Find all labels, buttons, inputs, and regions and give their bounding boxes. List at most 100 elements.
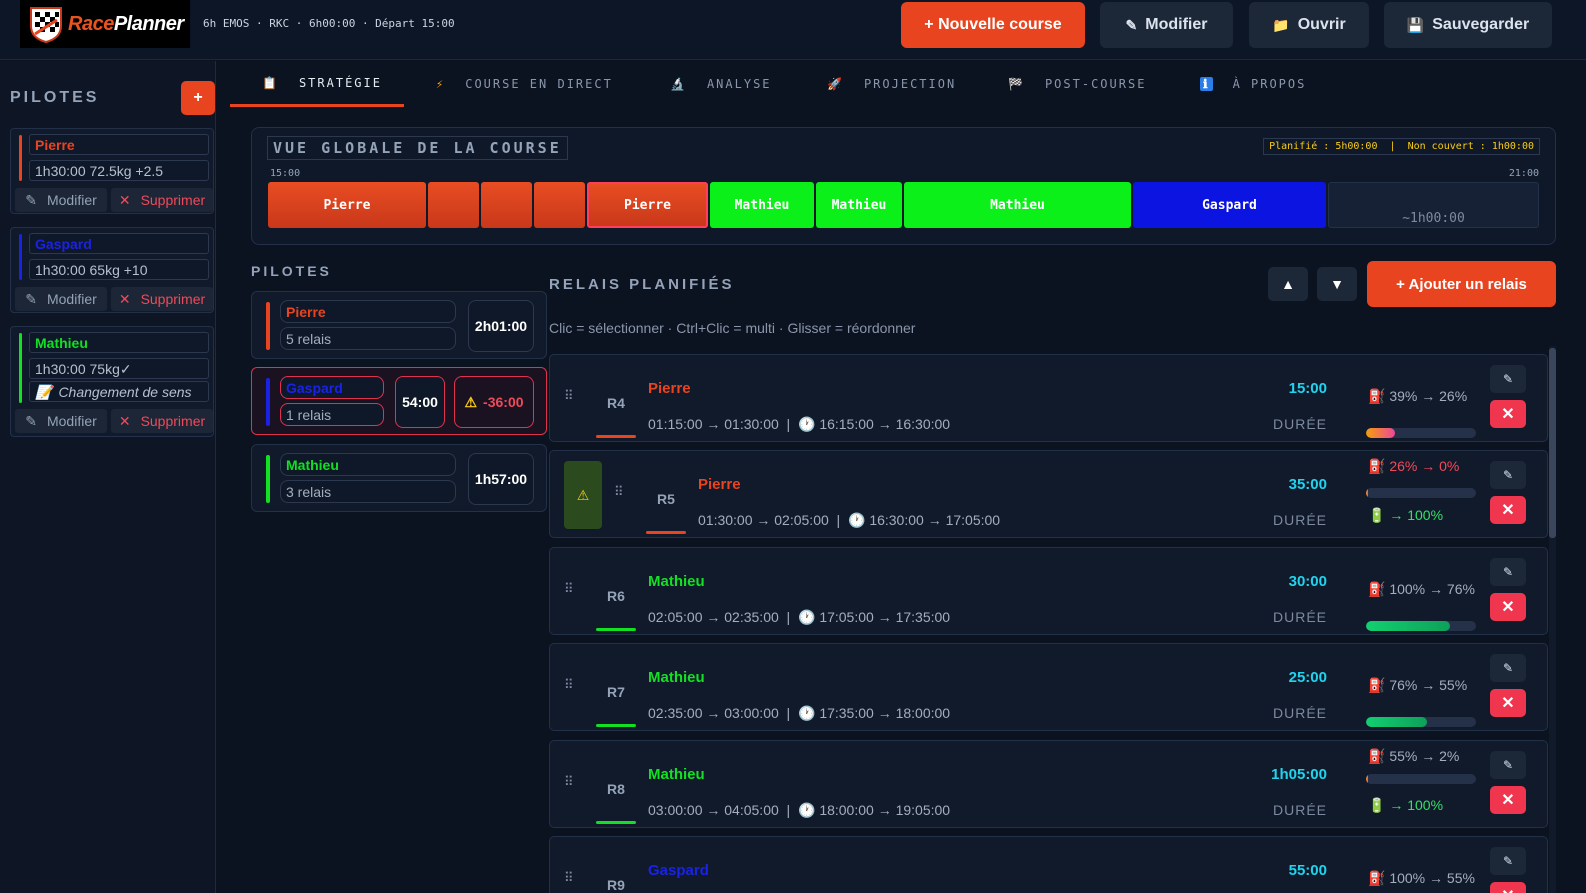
timeline-segment-selected[interactable]: Pierre — [587, 182, 708, 228]
pilot-name: Gaspard — [280, 376, 384, 399]
lightning-icon: ⚡ — [436, 77, 446, 91]
relay-count: 3 relais — [280, 480, 456, 503]
timeline-segment[interactable] — [481, 182, 532, 228]
relay-times: 01:15:00 → 01:30:00 | 🕐 16:15:00 → 16:30… — [648, 416, 951, 432]
relay-card-r9[interactable]: ⠿R9Gaspard55:00DURÉE⛽ 100% → 55%✎✕ — [549, 836, 1548, 893]
new-race-label: + Nouvelle course — [924, 16, 1062, 33]
relay-clock-times: 16:15:00 → 16:30:00 — [819, 416, 951, 432]
delete-relay-button[interactable]: ✕ — [1490, 689, 1526, 717]
close-icon: ✕ — [1501, 792, 1515, 809]
edit-relay-button[interactable]: ✎ — [1490, 847, 1526, 875]
add-pilot-button[interactable]: + — [181, 81, 215, 115]
pilot-stat-gaspard[interactable]: Gaspard 1 relais 54:00 ⚠ -36:00 — [251, 367, 547, 435]
pencil-icon: ✎ — [1502, 372, 1514, 386]
fuel-range: ⛽ 55% → 2% — [1368, 748, 1459, 765]
delete-relay-button[interactable]: ✕ — [1490, 593, 1526, 621]
timeline-segment[interactable]: Gaspard — [1133, 182, 1326, 228]
pilot-card-gaspard[interactable]: Gaspard 1h30:00 65kg +10 ✎ Modifier ✕ Supp… — [10, 227, 214, 313]
relay-pilot-name: Mathieu — [648, 766, 705, 783]
delete-pilot-button[interactable]: ✕ Supprimer — [111, 287, 213, 311]
tab-label: ANALYSE — [706, 77, 772, 91]
delete-pilot-label: Supprimer — [140, 413, 206, 429]
save-button[interactable]: 💾 Sauvegarder — [1384, 2, 1552, 48]
relay-card-r5[interactable]: ⚠ ⠿ R5 Pierre 01:30:00 → 02:05:00 | 🕐 16:30:… — [549, 450, 1548, 538]
delete-pilot-button[interactable]: ✕ Supprimer — [111, 409, 213, 433]
relay-clock-times: 17:35:00 → 18:00:00 — [819, 705, 951, 721]
delete-relay-button[interactable]: ✕ — [1490, 496, 1526, 524]
relay-clock-times: 18:00:00 → 19:05:00 — [819, 802, 951, 818]
pilot-name[interactable]: Mathieu — [29, 332, 209, 353]
timeline-segment[interactable]: Mathieu — [816, 182, 902, 228]
timeline-segment[interactable]: Mathieu — [710, 182, 814, 228]
drag-handle-icon[interactable]: ⠿ — [564, 774, 574, 790]
relay-card-r6[interactable]: ⠿ R6 Mathieu 02:05:00 → 02:35:00 | 🕐 17:05:… — [549, 547, 1548, 635]
edit-pilot-button[interactable]: ✎ Modifier — [15, 188, 107, 212]
drag-handle-icon[interactable]: ⠿ — [564, 388, 574, 404]
app-logo: Race Planner — [20, 0, 190, 48]
tab-projection[interactable]: 🚀 PROJECTION — [827, 61, 956, 107]
drag-handle-icon[interactable]: ⠿ — [614, 484, 624, 500]
edit-relay-button[interactable]: ✎ — [1490, 365, 1526, 393]
tab-a-propos[interactable]: ℹ À PROPOS — [1200, 61, 1306, 107]
edit-relay-button[interactable]: ✎ — [1490, 461, 1526, 489]
pilot-card-mathieu[interactable]: Mathieu 1h30:00 75kg✓ 📝 Changement de sen… — [10, 326, 214, 437]
close-icon: ✕ — [118, 290, 131, 307]
edit-pilot-button[interactable]: ✎ Modifier — [15, 409, 107, 433]
pilot-color-bar — [19, 135, 22, 181]
relay-pilot-underline — [596, 821, 636, 824]
relay-race-times: 01:30:00 → 02:05:00 — [698, 512, 829, 528]
drag-handle-icon[interactable]: ⠿ — [564, 677, 574, 693]
pilot-name[interactable]: Gaspard — [29, 233, 209, 254]
tab-course-en-direct[interactable]: ⚡ COURSE EN DIRECT — [436, 61, 613, 107]
pilot-info[interactable]: 1h30:00 75kg✓ — [29, 358, 209, 379]
pilot-stat-pierre[interactable]: Pierre 5 relais 2h01:00 — [251, 291, 547, 359]
timeline-segment[interactable] — [428, 182, 479, 228]
save-label: Sauvegarder — [1432, 16, 1530, 33]
fuel-gauge-fill — [1366, 774, 1369, 784]
scrollbar-thumb[interactable] — [1549, 348, 1556, 538]
timeline-segment[interactable] — [534, 182, 585, 228]
edit-relay-button[interactable]: ✎ — [1490, 558, 1526, 586]
drag-handle-icon[interactable]: ⠿ — [564, 581, 574, 597]
edit-relay-button[interactable]: ✎ — [1490, 654, 1526, 682]
info-icon: ℹ — [1200, 77, 1213, 91]
relay-card-r4[interactable]: ⠿ R4 Pierre 01:15:00 → 01:30:00 | 🕐 16:15:0… — [549, 354, 1548, 442]
fuel-range: ⛽ 26% → 0% — [1368, 458, 1459, 475]
pilot-note[interactable]: 📝 Changement de sens — [29, 381, 209, 402]
relay-card-r8[interactable]: ⠿ R8 Mathieu 03:00:00 → 04:05:00 | 🕐 18:00:… — [549, 740, 1548, 828]
logo-text-race: Race — [68, 12, 114, 35]
pilot-stat-mathieu[interactable]: Mathieu 3 relais 1h57:00 — [251, 444, 547, 512]
edit-relay-button[interactable]: ✎ — [1490, 751, 1526, 779]
fuel-gauge — [1366, 621, 1476, 631]
pilot-info[interactable]: 1h30:00 72.5kg +2.5 — [29, 160, 209, 181]
pilot-name[interactable]: Pierre — [29, 134, 209, 155]
new-race-button[interactable]: + Nouvelle course — [901, 2, 1085, 48]
delete-relay-button[interactable]: ✕ — [1490, 786, 1526, 814]
move-up-button[interactable]: ▲ — [1268, 267, 1308, 301]
timeline-end: 21:00 — [1508, 168, 1539, 179]
fuel-gauge — [1366, 488, 1476, 498]
tab-strategie[interactable]: 📋 STRATÉGIE — [230, 61, 404, 107]
open-button[interactable]: 📁 Ouvrir — [1249, 2, 1369, 48]
relay-id: R7 — [607, 684, 625, 700]
delete-relay-button[interactable]: ✕ — [1490, 400, 1526, 428]
edit-pilot-button[interactable]: ✎ Modifier — [15, 287, 107, 311]
refuel-indicator: 🔋 → 100% — [1368, 797, 1443, 814]
add-relay-button[interactable]: + Ajouter un relais — [1367, 261, 1556, 307]
relay-card-r7[interactable]: ⠿ R7 Mathieu 02:35:00 → 03:00:00 | 🕐 17:35:… — [549, 643, 1548, 731]
tab-analyse[interactable]: 🔬 ANALYSE — [670, 61, 772, 107]
pilot-info[interactable]: 1h30:00 65kg +10 — [29, 259, 209, 280]
drag-handle-icon[interactable]: ⠿ — [564, 870, 574, 886]
relay-race-times: 02:35:00 → 03:00:00 — [648, 705, 779, 721]
timeline-segment[interactable]: Pierre — [268, 182, 426, 228]
delete-pilot-button[interactable]: ✕ Supprimer — [111, 188, 213, 212]
timeline-segment[interactable]: Mathieu — [904, 182, 1131, 228]
close-icon: ✕ — [1501, 502, 1515, 519]
pilot-card-pierre[interactable]: Pierre 1h30:00 72.5kg +2.5 ✎ Modifier ✕ Su… — [10, 128, 214, 214]
battery-icon: 🔋 — [1368, 797, 1386, 813]
tab-post-course[interactable]: 🏁 POST-COURSE — [1008, 61, 1146, 107]
relay-clock-times: 16:30:00 → 17:05:00 — [869, 512, 1001, 528]
move-down-button[interactable]: ▼ — [1317, 267, 1357, 301]
edit-race-button[interactable]: ✎ Modifier — [1100, 2, 1233, 48]
delete-relay-button[interactable]: ✕ — [1490, 882, 1526, 893]
